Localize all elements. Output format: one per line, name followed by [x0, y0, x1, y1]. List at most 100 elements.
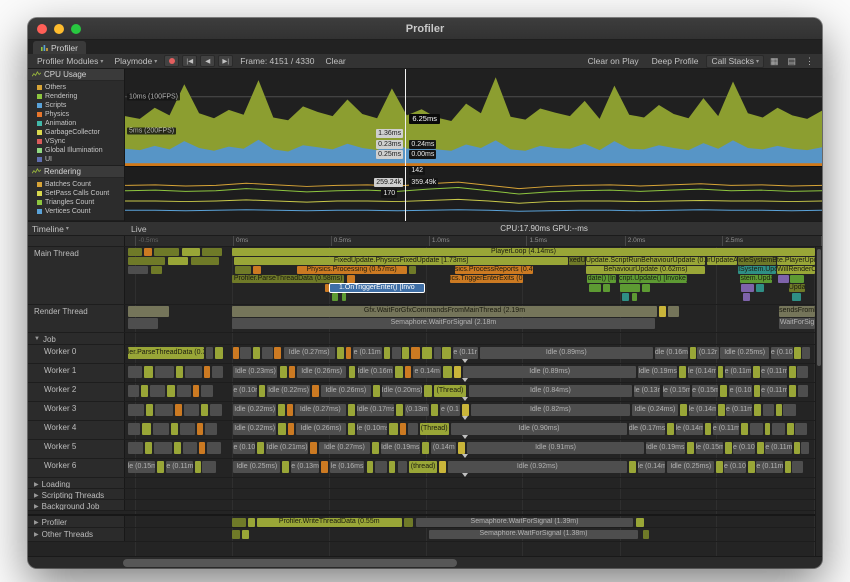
- timeline-segment[interactable]: sendsFromM: [779, 306, 815, 317]
- timeline-segment[interactable]: [792, 293, 802, 301]
- grid-view-icon[interactable]: ▦: [767, 56, 782, 67]
- track-lane-worker-1[interactable]: Idle (0.23ms)Idle (0.26ms)Idle (0.16ms)e…: [125, 364, 815, 382]
- timeline-segment[interactable]: [248, 518, 255, 527]
- timeline-segment[interactable]: [372, 442, 379, 454]
- timeline-segment[interactable]: [434, 347, 441, 359]
- timeline-segment[interactable]: Idle (0.26ms): [296, 423, 346, 435]
- timeline-segment[interactable]: [257, 442, 264, 454]
- timeline-segment[interactable]: le (0.15m: [663, 385, 691, 397]
- timeline-segment[interactable]: [802, 347, 810, 359]
- timeline-segment[interactable]: [346, 347, 352, 359]
- timeline-segment[interactable]: UpdateBat: [789, 284, 806, 292]
- timeline-segment[interactable]: Semaphore.WaitForSignal (1.39m): [416, 518, 633, 527]
- timeline-segment[interactable]: e (0.10: [729, 385, 751, 397]
- timeline-segment[interactable]: [182, 248, 200, 256]
- cpu-usage-chart[interactable]: 10ms (100FPS) 5ms (200FPS) 6.25ms 1.36ms…: [125, 69, 822, 166]
- timeline-segment[interactable]: le (0.16ms: [330, 461, 365, 473]
- expand-icon[interactable]: ▶: [34, 503, 39, 510]
- timeline-segment[interactable]: [680, 404, 687, 416]
- timeline-segment[interactable]: Idle (0.26ms): [321, 385, 371, 397]
- timeline-segment[interactable]: ics.TriggerEnterExits (0.38: [450, 275, 523, 283]
- timeline-segment[interactable]: [321, 461, 328, 473]
- clear-button[interactable]: Clear: [321, 56, 349, 66]
- timeline-segment[interactable]: (0.14m: [431, 442, 456, 454]
- zoom-button[interactable]: [71, 24, 81, 34]
- timeline-segment[interactable]: [348, 423, 355, 435]
- timeline-segment[interactable]: e (0.11m: [761, 366, 787, 378]
- timeline-segment[interactable]: [199, 442, 205, 454]
- timeline-segment[interactable]: [128, 318, 158, 329]
- timeline-segment[interactable]: FixedUpdate.PhysicsFixedUpdate [1.73ms]: [234, 257, 568, 265]
- timeline-segment[interactable]: [632, 293, 637, 301]
- timeline-segment[interactable]: [384, 347, 390, 359]
- next-frame-button[interactable]: ▶|: [218, 55, 233, 67]
- track-name-render-thread[interactable]: Render Thread: [28, 305, 125, 332]
- timeline-segment[interactable]: [801, 442, 809, 454]
- timeline-segment[interactable]: le (0.14m: [689, 404, 717, 416]
- timeline-segment[interactable]: [454, 366, 461, 378]
- time-ruler[interactable]: -0.5ms0ms0.5ms1.0ms1.5ms2.0ms2.5ms3.0ms: [28, 236, 822, 247]
- track-lane-render-thread[interactable]: Gfx.WaitForGfxCommandsFromMainThread (2.…: [125, 305, 815, 332]
- timeline-segment[interactable]: [757, 442, 764, 454]
- legend-item-batches-count[interactable]: Batches Count: [28, 180, 124, 189]
- timeline-segment[interactable]: [253, 347, 259, 359]
- timeline-segment[interactable]: [787, 423, 793, 435]
- timeline-segment[interactable]: icleSystemBegi: [738, 257, 775, 265]
- track-lane-worker-4[interactable]: Idle (0.22ms)Idle (0.26ms)le (0.10ms)(Th…: [125, 421, 815, 439]
- timeline-segment[interactable]: [128, 385, 139, 397]
- legend-item-others[interactable]: Others: [28, 83, 124, 92]
- tab-profiler[interactable]: Profiler: [33, 41, 86, 54]
- timeline-segment[interactable]: e (0.10: [733, 442, 755, 454]
- timeline-segment[interactable]: Idle (0.89ms): [480, 347, 653, 359]
- timeline-segment[interactable]: PlayerLoop (4.14ms): [232, 248, 815, 256]
- timeline-segment[interactable]: e (0.10r: [771, 347, 793, 359]
- timeline-segment[interactable]: e (0.10: [233, 442, 255, 454]
- call-stacks-dropdown[interactable]: Call Stacks ▾: [706, 55, 764, 68]
- timeline-segment[interactable]: [205, 423, 217, 435]
- timeline-segment[interactable]: [175, 404, 181, 416]
- timeline-segment[interactable]: [741, 284, 753, 292]
- timeline-segment[interactable]: Physics.Processing (0.57ms): [297, 266, 407, 274]
- track-lane-worker-0[interactable]: ler.ParseThreadData (0.38Idle (0.27ms)e …: [125, 345, 815, 363]
- timeline-segment[interactable]: lSystem.Update: [738, 266, 775, 274]
- timeline-segment[interactable]: [679, 366, 686, 378]
- rendering-chart[interactable]: 142 259.24k 359.49k 170: [125, 166, 822, 221]
- timeline-segment[interactable]: [409, 266, 416, 274]
- timeline-segment[interactable]: (Thread): [434, 385, 466, 397]
- deep-profile-toggle[interactable]: Deep Profile: [647, 56, 704, 66]
- timeline-segment[interactable]: (0.12r: [697, 347, 719, 359]
- track-name-worker-6[interactable]: Worker 6: [28, 459, 125, 477]
- timeline-segment[interactable]: [396, 404, 403, 416]
- track-name-worker-5[interactable]: Worker 5: [28, 440, 125, 458]
- timeline-segment[interactable]: [128, 423, 140, 435]
- clear-on-play-toggle[interactable]: Clear on Play: [583, 56, 644, 66]
- timeline-segment[interactable]: BehaviourUpdate (0.62ms): [586, 266, 705, 274]
- timeline-segment[interactable]: [310, 442, 317, 454]
- timeline-segment[interactable]: [622, 293, 630, 301]
- timeline-segment[interactable]: [176, 366, 183, 378]
- timeline-segment[interactable]: [367, 461, 374, 473]
- timeline-segment[interactable]: [373, 385, 380, 397]
- timeline-segment[interactable]: [157, 461, 164, 473]
- timeline-segment[interactable]: [128, 404, 145, 416]
- timeline-segment[interactable]: [458, 442, 465, 454]
- timeline-segment[interactable]: [128, 266, 149, 274]
- timeline-segment[interactable]: Idle (0.19ms): [646, 442, 685, 454]
- legend-item-triangles-count[interactable]: Triangles Count: [28, 198, 124, 207]
- timeline-segment[interactable]: [405, 366, 411, 378]
- track-name-worker-0[interactable]: Worker 0: [28, 345, 125, 363]
- track-name-worker-2[interactable]: Worker 2: [28, 383, 125, 401]
- timeline-segment[interactable]: Idle (0.20ms): [382, 385, 422, 397]
- track-lane-profiler[interactable]: Profiler.WriteThreadData (0.55mSemaphore…: [125, 516, 815, 527]
- timeline-segment[interactable]: [144, 366, 153, 378]
- timeline-segment[interactable]: [753, 366, 760, 378]
- frame-marker-line[interactable]: [405, 69, 406, 166]
- timeline-segment[interactable]: [408, 423, 418, 435]
- timeline-segment[interactable]: [185, 366, 202, 378]
- timeline-segment[interactable]: WaitForSig: [779, 318, 815, 329]
- timeline-segment[interactable]: [462, 404, 469, 416]
- legend-item-vsync[interactable]: VSync: [28, 137, 124, 146]
- timeline-segment[interactable]: [146, 404, 153, 416]
- overflow-menu-icon[interactable]: ⋮: [802, 56, 817, 67]
- timeline-segment[interactable]: date() [In: [587, 275, 616, 283]
